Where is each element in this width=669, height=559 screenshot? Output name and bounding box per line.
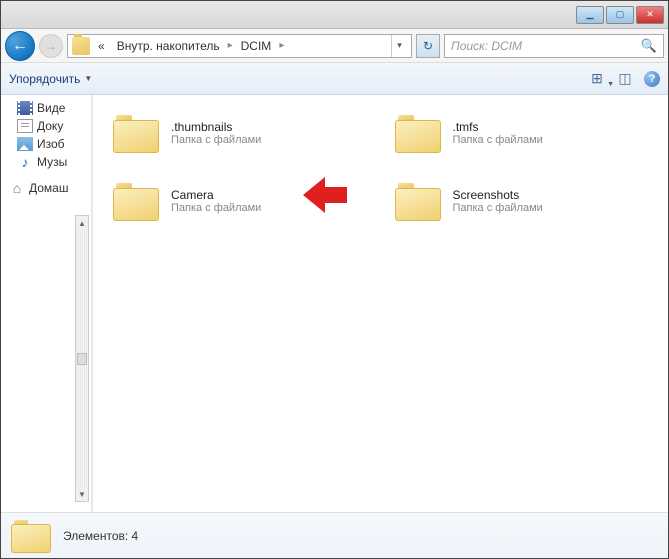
- scroll-track[interactable]: [76, 230, 88, 487]
- maximize-button[interactable]: ▢: [606, 6, 634, 24]
- breadcrumb-prefix: «: [94, 37, 109, 55]
- item-text: .thumbnails Папка с файлами: [171, 120, 261, 146]
- refresh-button[interactable]: ↻: [416, 34, 440, 58]
- scroll-grip[interactable]: [77, 353, 87, 365]
- item-type: Папка с файлами: [453, 134, 543, 146]
- sidebar-item-label: Музы: [37, 155, 67, 169]
- sidebar-item-label: Доку: [37, 119, 63, 133]
- arrow-right-icon: →: [45, 39, 57, 53]
- search-placeholder: Поиск: DCIM: [451, 39, 522, 53]
- chevron-right-icon[interactable]: ▸: [228, 40, 233, 51]
- item-type: Папка с файлами: [171, 202, 261, 214]
- content-area[interactable]: .thumbnails Папка с файлами .tmfs Папка …: [93, 95, 668, 512]
- forward-button[interactable]: →: [39, 34, 63, 58]
- body: Виде Доку Изоб ♪ Музы ⌂ Домаш ▲ ▼: [1, 95, 668, 512]
- folder-item-screenshots[interactable]: Screenshots Папка с файлами: [391, 173, 653, 229]
- item-name: .tmfs: [453, 120, 543, 134]
- sidebar-item-music[interactable]: ♪ Музы: [3, 153, 89, 171]
- status-bar: Элементов: 4: [1, 512, 668, 558]
- pane-icon: ◫: [618, 70, 631, 87]
- sidebar-item-documents[interactable]: Доку: [3, 117, 89, 135]
- sidebar-item-homegroup[interactable]: ⌂ Домаш: [3, 171, 89, 197]
- homegroup-icon: ⌂: [9, 181, 25, 195]
- folder-icon: [113, 113, 159, 153]
- nav-bar: ← → « Внутр. накопитель ▸ DCIM ▸ ▾ ↻ Пои…: [1, 29, 668, 63]
- chevron-right-icon[interactable]: ▸: [279, 40, 284, 51]
- items-grid: .thumbnails Папка с файлами .tmfs Папка …: [109, 105, 652, 229]
- folder-icon: [11, 519, 51, 553]
- toolbar-right: ⊞ ▼ ◫ ?: [588, 70, 660, 88]
- folder-icon: [395, 181, 441, 221]
- organize-label: Упорядочить: [9, 72, 80, 86]
- address-bar[interactable]: « Внутр. накопитель ▸ DCIM ▸ ▾: [67, 34, 412, 58]
- minimize-button[interactable]: ▁: [576, 6, 604, 24]
- item-text: Camera Папка с файлами: [171, 188, 261, 214]
- music-icon: ♪: [17, 155, 33, 169]
- view-options-button[interactable]: ⊞ ▼: [588, 70, 606, 88]
- folder-item-thumbnails[interactable]: .thumbnails Папка с файлами: [109, 105, 371, 161]
- item-type: Папка с файлами: [171, 134, 261, 146]
- folder-item-tmfs[interactable]: .tmfs Папка с файлами: [391, 105, 653, 161]
- folder-icon: [113, 181, 159, 221]
- sidebar-item-label: Виде: [37, 101, 65, 115]
- explorer-window: ▁ ▢ ✕ ← → « Внутр. накопитель ▸ DCIM ▸ ▾…: [0, 0, 669, 559]
- scroll-up-icon[interactable]: ▲: [76, 216, 88, 230]
- preview-pane-button[interactable]: ◫: [616, 70, 634, 88]
- window-controls: ▁ ▢ ✕: [576, 6, 664, 24]
- scroll-down-icon[interactable]: ▼: [76, 487, 88, 501]
- chevron-down-icon: ▼: [607, 81, 614, 88]
- sidebar-item-pictures[interactable]: Изоб: [3, 135, 89, 153]
- search-icon: 🔍: [641, 38, 657, 54]
- search-input[interactable]: Поиск: DCIM 🔍: [444, 34, 664, 58]
- item-name: .thumbnails: [171, 120, 261, 134]
- address-dropdown[interactable]: ▾: [391, 35, 407, 57]
- help-button[interactable]: ?: [644, 71, 660, 87]
- refresh-icon: ↻: [423, 39, 433, 53]
- back-button[interactable]: ←: [5, 31, 35, 61]
- annotation-arrow-icon: [321, 187, 347, 203]
- arrow-left-icon: ←: [12, 37, 28, 55]
- toolbar: Упорядочить ▼ ⊞ ▼ ◫ ?: [1, 63, 668, 95]
- picture-icon: [17, 137, 33, 151]
- close-button[interactable]: ✕: [636, 6, 664, 24]
- sidebar-item-label: Изоб: [37, 137, 65, 151]
- item-type: Папка с файлами: [453, 202, 543, 214]
- breadcrumb-current[interactable]: DCIM: [237, 37, 276, 55]
- video-icon: [17, 101, 33, 115]
- item-name: Screenshots: [453, 188, 543, 202]
- help-icon: ?: [649, 73, 656, 85]
- document-icon: [17, 119, 33, 133]
- item-name: Camera: [171, 188, 261, 202]
- item-text: Screenshots Папка с файлами: [453, 188, 543, 214]
- status-elements-count: Элементов: 4: [63, 529, 138, 543]
- view-icon: ⊞: [591, 70, 603, 87]
- sidebar-scrollbar[interactable]: ▲ ▼: [75, 215, 89, 502]
- breadcrumb-parent[interactable]: Внутр. накопитель: [113, 37, 224, 55]
- sidebar-item-videos[interactable]: Виде: [3, 99, 89, 117]
- folder-icon: [72, 37, 90, 55]
- organize-menu[interactable]: Упорядочить ▼: [9, 72, 92, 86]
- sidebar-item-label: Домаш: [29, 181, 69, 195]
- sidebar: Виде Доку Изоб ♪ Музы ⌂ Домаш ▲ ▼: [1, 95, 91, 512]
- folder-icon: [395, 113, 441, 153]
- chevron-down-icon: ▼: [84, 74, 92, 83]
- title-bar: ▁ ▢ ✕: [1, 1, 668, 29]
- item-text: .tmfs Папка с файлами: [453, 120, 543, 146]
